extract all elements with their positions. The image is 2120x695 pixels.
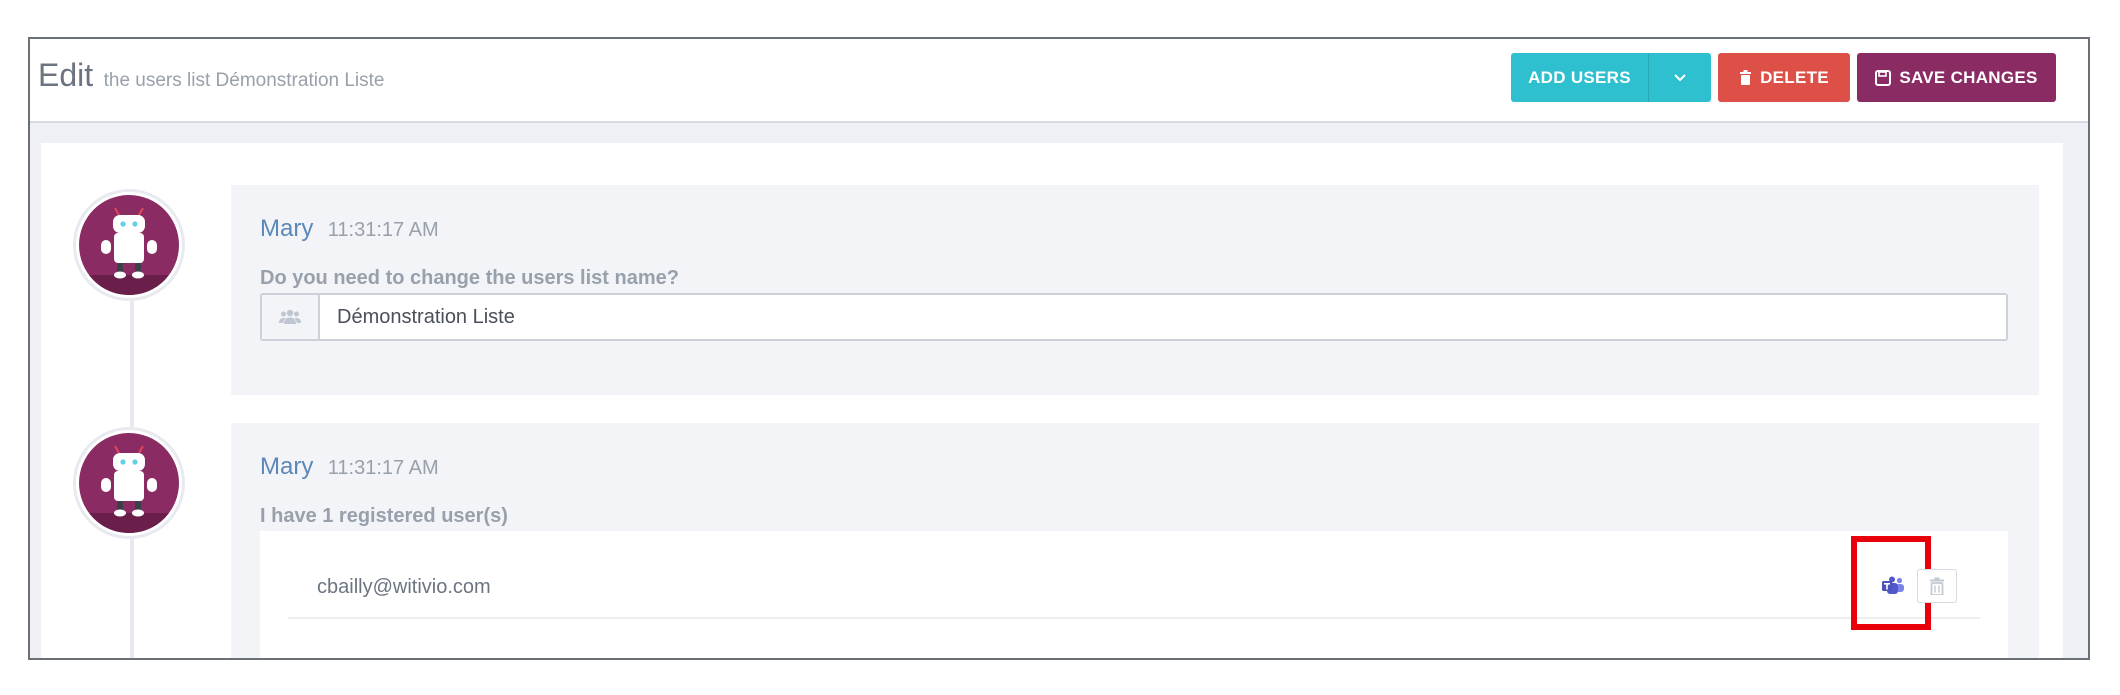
message-bubble: Mary 11:31:17 AM Do you need to change t… xyxy=(231,185,2039,395)
page-title-subtitle: the users list Démonstration Liste xyxy=(103,70,385,91)
user-email: cbailly@witivio.com xyxy=(317,576,491,598)
robot-icon xyxy=(79,207,179,295)
add-users-dropdown-button[interactable] xyxy=(1648,53,1711,102)
add-users-button[interactable]: ADD USERS xyxy=(1511,53,1648,102)
page-header: Edit the users list Démonstration Liste … xyxy=(30,39,2088,123)
delete-user-button[interactable] xyxy=(1917,569,1957,603)
add-users-label: ADD USERS xyxy=(1528,67,1631,87)
trash-icon xyxy=(1740,70,1752,85)
save-changes-button[interactable]: SAVE CHANGES xyxy=(1857,53,2056,102)
message-author: Mary xyxy=(260,453,314,480)
users-icon xyxy=(279,309,301,324)
save-changes-label: SAVE CHANGES xyxy=(1899,67,2038,87)
bot-avatar xyxy=(73,427,185,539)
message-bubble: Mary 11:31:17 AM I have 1 registered use… xyxy=(231,423,2039,658)
floppy-disk-icon xyxy=(1875,69,1892,86)
robot-icon xyxy=(79,445,179,533)
trash-icon xyxy=(1930,577,1944,595)
message-meta: Mary 11:31:17 AM xyxy=(260,453,439,481)
message-author: Mary xyxy=(260,215,314,242)
bot-avatar xyxy=(73,189,185,301)
message-time: 11:31:17 AM xyxy=(327,457,439,479)
message-question: I have 1 registered user(s) xyxy=(260,505,508,527)
conversation-panel: Mary 11:31:17 AM Do you need to change t… xyxy=(41,143,2063,658)
teams-button[interactable] xyxy=(1874,569,1912,603)
list-name-input[interactable] xyxy=(320,295,2006,339)
message-time: 11:31:17 AM xyxy=(327,219,439,241)
page-title: Edit the users list Démonstration Liste xyxy=(38,57,385,94)
app-window: Edit the users list Démonstration Liste … xyxy=(28,37,2090,660)
input-addon xyxy=(262,295,320,339)
message-question: Do you need to change the users list nam… xyxy=(260,267,679,289)
chevron-down-icon xyxy=(1674,73,1686,81)
page-title-main: Edit xyxy=(38,57,94,93)
delete-button[interactable]: DELETE xyxy=(1718,53,1850,102)
list-item: cbailly@witivio.com xyxy=(288,531,1980,630)
registered-users-list: cbailly@witivio.com xyxy=(260,531,2008,658)
teams-icon xyxy=(1882,576,1904,594)
message-meta: Mary 11:31:17 AM xyxy=(260,215,439,243)
delete-label: DELETE xyxy=(1760,67,1829,87)
list-name-input-group xyxy=(260,293,2008,341)
